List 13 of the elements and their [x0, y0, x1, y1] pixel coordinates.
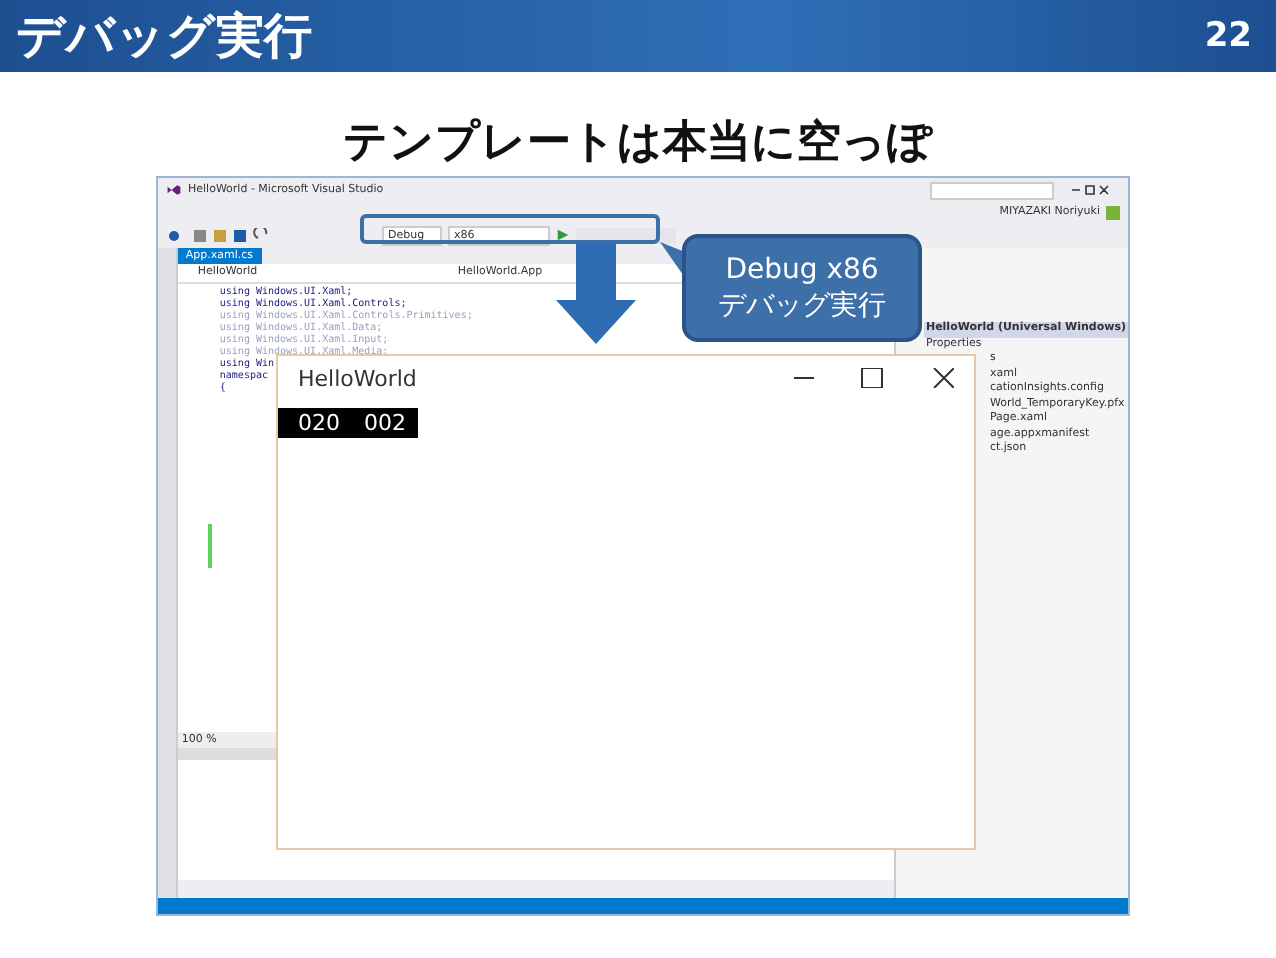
page-number: 22 — [1204, 16, 1252, 56]
slide-subtitle: テンプレートは本当に空っぽ — [341, 116, 935, 172]
counter-value: 020 — [298, 410, 340, 436]
app-logo-icon — [166, 182, 182, 198]
slide-title: デバッグ実行 — [16, 6, 312, 68]
quick-launch-field[interactable] — [930, 181, 1054, 199]
callout-text: Debug x86 — [723, 252, 881, 288]
counter-value: 002 — [364, 410, 406, 436]
window-controls-icon[interactable] — [794, 368, 954, 388]
app-window-title: HelloWorld — [298, 365, 417, 391]
callout-text: デバッグ実行 — [716, 288, 888, 324]
down-arrow-icon — [556, 244, 636, 344]
change-marker — [207, 524, 212, 568]
